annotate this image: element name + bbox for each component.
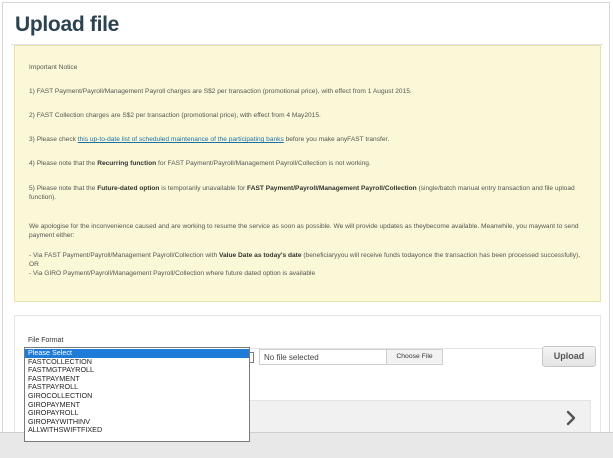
dropdown-option-fastpayment[interactable]: FASTPAYMENT xyxy=(25,375,249,384)
dropdown-option-giropayment[interactable]: GIROPAYMENT xyxy=(25,401,249,410)
notice-heading: Important Notice xyxy=(29,64,78,71)
notice-item-5-mid: is temporarily unavailable for xyxy=(159,185,248,192)
choose-file-button[interactable]: Choose File xyxy=(386,349,443,365)
notice-item-3: 3) Please check this up-to-date list of … xyxy=(29,135,590,144)
dropdown-option-fastcollection[interactable]: FASTCOLLECTION xyxy=(25,358,249,367)
maintenance-list-link[interactable]: this up-to-date list of scheduled mainte… xyxy=(78,136,284,143)
notice-option-1-bold: Value Date as today's date xyxy=(218,252,302,259)
notice-options: - Via FAST Payment/Payroll/Management Pa… xyxy=(29,251,590,278)
dropdown-option-please-select[interactable]: Please Select xyxy=(25,349,249,358)
important-notice: Important Notice 1) FAST Payment/Payroll… xyxy=(14,45,601,302)
chevron-right-icon xyxy=(566,410,576,426)
page-title: Upload file xyxy=(15,13,120,36)
dropdown-option-fastpayroll[interactable]: FASTPAYROLL xyxy=(25,383,249,392)
notice-item-4: 4) Please note that the Recurring functi… xyxy=(29,159,590,168)
notice-item-1: 1) FAST Payment/Payroll/Management Payro… xyxy=(29,88,412,95)
dropdown-option-giropaywithinv[interactable]: GIROPAYWITHINV xyxy=(25,418,249,427)
file-input[interactable]: No file selected Choose File xyxy=(259,349,443,365)
dropdown-option-giropayroll[interactable]: GIROPAYROLL xyxy=(25,409,249,418)
dropdown-option-girocollection[interactable]: GIROCOLLECTION xyxy=(25,392,249,401)
notice-item-4-before: 4) Please note that the xyxy=(29,160,98,167)
notice-item-3-after: before you make anyFAST transfer. xyxy=(283,136,390,143)
notice-option-1-before: - Via FAST Payment/Payroll/Management Pa… xyxy=(29,252,219,259)
notice-item-5-bold-1: Future-dated option xyxy=(97,185,160,192)
file-status-text: No file selected xyxy=(264,353,319,362)
file-format-dropdown-list[interactable]: Please Select FASTCOLLECTION FASTMGTPAYR… xyxy=(24,347,250,442)
upload-button[interactable]: Upload xyxy=(542,346,596,367)
dropdown-option-allwithswiftfixed[interactable]: ALLWITHSWIFTFIXED xyxy=(25,426,249,435)
notice-option-2: - Via GIRO Payment/Payroll/Management Pa… xyxy=(29,270,316,277)
notice-item-5-bold-2: FAST Payment/Payroll/Management Payroll/… xyxy=(247,185,417,192)
notice-item-4-after: for FAST Payment/Payroll/Management Payr… xyxy=(156,160,371,167)
file-format-label: File Format xyxy=(28,337,64,344)
notice-item-5-before: 5) Please note that the xyxy=(29,185,98,192)
notice-item-5: 5) Please note that the Future-dated opt… xyxy=(29,184,590,202)
dropdown-option-fastmgtpayroll[interactable]: FASTMGTPAYROLL xyxy=(25,366,249,375)
notice-item-4-bold: Recurring function xyxy=(97,160,157,167)
notice-item-3-before: 3) Please check xyxy=(29,136,78,143)
notice-item-2: 2) FAST Collection charges are S$2 per t… xyxy=(29,112,321,119)
notice-apology: We apologise for the inconvenience cause… xyxy=(29,223,579,239)
